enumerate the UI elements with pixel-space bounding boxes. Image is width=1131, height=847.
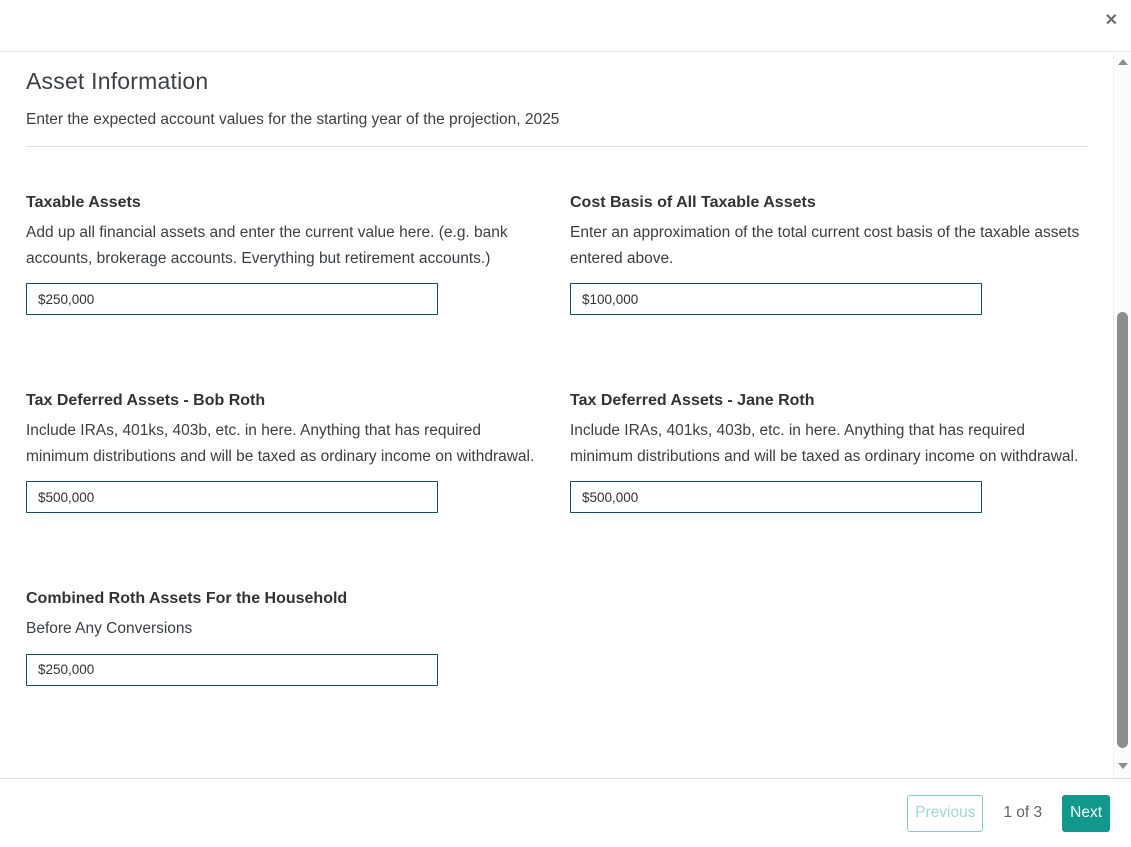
previous-button[interactable]: Previous — [907, 795, 983, 832]
scrollbar-thumb[interactable] — [1117, 312, 1128, 748]
field-description: Add up all financial assets and enter th… — [26, 220, 545, 271]
dialog-footer: Previous 1 of 3 Next — [0, 778, 1131, 847]
scroll-down-arrow-icon[interactable] — [1118, 763, 1128, 769]
field-description: Include IRAs, 401ks, 403b, etc. in here.… — [26, 418, 545, 469]
page-indicator: 1 of 3 — [1003, 804, 1042, 822]
field-label: Cost Basis of All Taxable Assets — [570, 194, 1089, 211]
close-icon[interactable]: ✕ — [1105, 13, 1118, 29]
field-tax-deferred-jane: Tax Deferred Assets - Jane Roth Include … — [570, 392, 1089, 513]
field-label: Tax Deferred Assets - Jane Roth — [570, 392, 1089, 409]
field-label: Tax Deferred Assets - Bob Roth — [26, 392, 545, 409]
field-label: Taxable Assets — [26, 194, 545, 211]
page-subtitle: Enter the expected account values for th… — [26, 107, 1089, 133]
tax-deferred-jane-input[interactable] — [570, 481, 982, 513]
field-description: Enter an approximation of the total curr… — [570, 220, 1089, 271]
scroll-up-arrow-icon[interactable] — [1118, 59, 1128, 65]
field-taxable-assets: Taxable Assets Add up all financial asse… — [26, 194, 545, 315]
cost-basis-input[interactable] — [570, 283, 982, 315]
next-button[interactable]: Next — [1062, 795, 1110, 832]
field-combined-roth: Combined Roth Assets For the Household B… — [26, 590, 545, 686]
taxable-assets-input[interactable] — [26, 283, 438, 315]
scrollbar[interactable] — [1113, 53, 1131, 778]
field-cost-basis: Cost Basis of All Taxable Assets Enter a… — [570, 194, 1089, 315]
dialog-body: Asset Information Enter the expected acc… — [0, 53, 1113, 778]
tax-deferred-bob-input[interactable] — [26, 481, 438, 513]
dialog-header: ✕ — [0, 0, 1131, 52]
page-title: Asset Information — [26, 68, 1089, 95]
field-description: Before Any Conversions — [26, 616, 545, 642]
field-empty-slot — [570, 590, 1089, 686]
fields-grid: Taxable Assets Add up all financial asse… — [26, 194, 1089, 686]
combined-roth-input[interactable] — [26, 654, 438, 686]
field-description: Include IRAs, 401ks, 403b, etc. in here.… — [570, 418, 1089, 469]
header-divider — [26, 146, 1089, 147]
asset-information-dialog: ✕ Asset Information Enter the expected a… — [0, 0, 1131, 847]
field-label: Combined Roth Assets For the Household — [26, 590, 545, 607]
field-tax-deferred-bob: Tax Deferred Assets - Bob Roth Include I… — [26, 392, 545, 513]
